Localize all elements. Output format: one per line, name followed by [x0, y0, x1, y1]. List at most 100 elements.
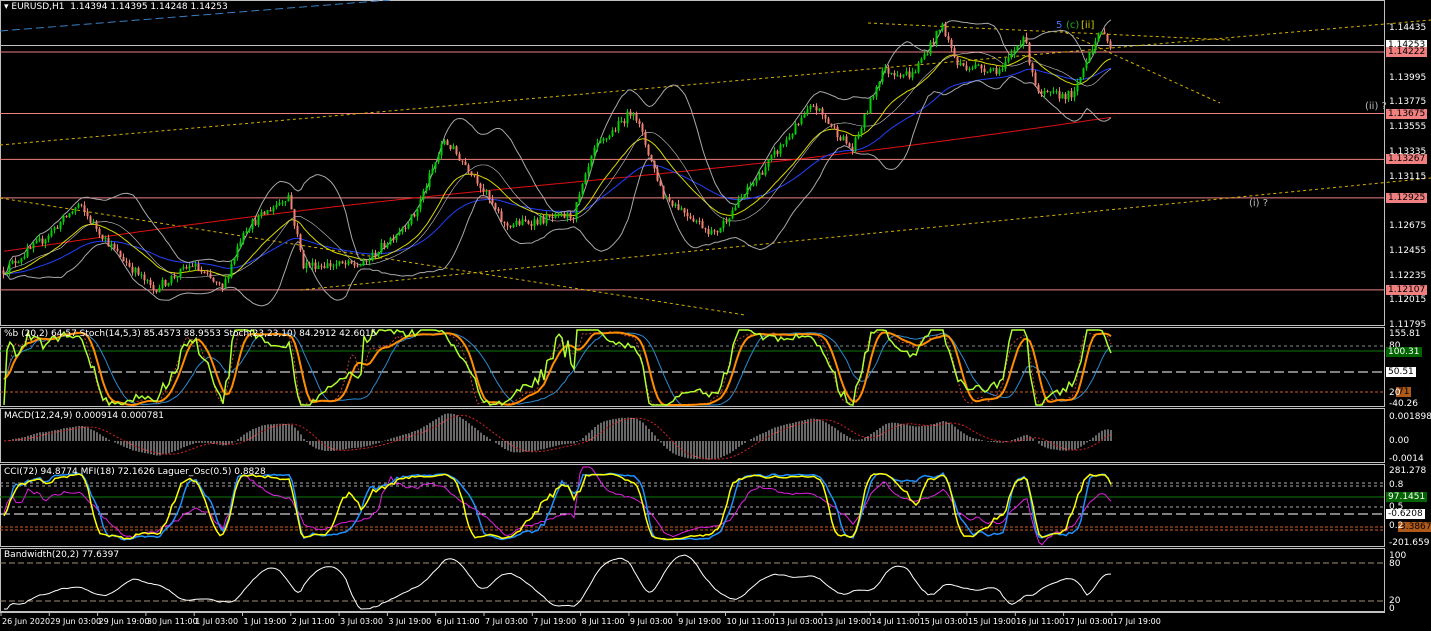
candle — [128, 259, 131, 268]
bw-axis-min: 0 — [1389, 604, 1395, 614]
candle — [476, 171, 479, 187]
candle — [332, 263, 335, 270]
candle — [638, 118, 641, 128]
candle — [719, 227, 722, 234]
macd-pane-frame — [0, 408, 1385, 463]
candle — [1013, 46, 1016, 59]
candle — [1106, 33, 1109, 44]
candle — [674, 202, 677, 209]
candle — [257, 213, 260, 228]
candle — [875, 85, 878, 100]
candle — [1085, 58, 1088, 71]
level-price-tag: 1.13675 — [1386, 108, 1428, 119]
candle — [1010, 49, 1013, 60]
candle — [188, 263, 191, 273]
candle — [749, 181, 752, 191]
candle — [176, 275, 179, 283]
candle — [386, 241, 389, 249]
candle — [926, 52, 929, 56]
candle — [470, 171, 473, 177]
candle — [962, 62, 965, 67]
time-tick-label: 7 Jul 19:00 — [533, 617, 577, 626]
price-tick: 1.12675 — [1389, 221, 1427, 231]
chart-canvas[interactable] — [0, 0, 1431, 631]
price-tick: 1.12235 — [1389, 270, 1427, 281]
candle — [245, 227, 248, 234]
candle — [677, 199, 680, 211]
time-tick-label: 29 Jun 03:00 — [50, 617, 102, 626]
stoch-axis-max: 155.81 — [1389, 329, 1421, 339]
time-tick-label: 26 Jun 2020 — [2, 617, 51, 626]
candle — [842, 134, 845, 141]
candle — [65, 215, 68, 218]
candle — [461, 160, 464, 165]
time-tick-label: 8 Jul 11:00 — [581, 617, 625, 626]
bw-pane-frame — [0, 548, 1385, 612]
candle — [497, 207, 500, 214]
candle — [335, 260, 338, 270]
candle — [902, 74, 905, 79]
cci-axis-max: 281.278 — [1389, 466, 1427, 476]
time-tick-label: 13 Jul 19:00 — [823, 617, 872, 626]
trendline-lower[interactable] — [299, 177, 1431, 291]
time-tick-label: 17 Jul 19:00 — [1112, 617, 1161, 626]
candle — [764, 163, 767, 177]
candle — [425, 183, 428, 194]
price-tick: 1.13115 — [1389, 171, 1427, 182]
candle — [152, 281, 155, 294]
candle — [614, 127, 617, 133]
candle — [347, 259, 350, 266]
candle — [380, 239, 383, 255]
candle — [302, 249, 305, 270]
candle — [629, 108, 632, 119]
candle — [431, 164, 434, 176]
candle — [323, 262, 326, 269]
time-tick-label: 9 Jul 19:00 — [678, 617, 722, 626]
candle — [392, 234, 395, 243]
candle — [866, 110, 869, 116]
macd-signal-line — [3, 414, 1112, 460]
time-tick-label: 6 Jul 11:00 — [436, 617, 480, 626]
candle — [800, 114, 803, 126]
candle — [122, 253, 125, 262]
candle — [212, 276, 215, 283]
cci-axis-02: 0.2 — [1389, 521, 1404, 531]
cci-axis-min: -201.659 — [1389, 538, 1430, 548]
ma20-line — [3, 54, 1112, 277]
bw-pane-title: Bandwidth(20,2) 77.6397 — [4, 550, 120, 560]
candle — [395, 233, 398, 243]
candle — [416, 207, 419, 221]
candle — [329, 259, 332, 271]
candle — [782, 144, 785, 148]
candle — [767, 158, 770, 171]
candle — [305, 259, 308, 273]
candle — [752, 182, 755, 187]
candle — [755, 176, 758, 187]
candle — [14, 257, 17, 268]
candle — [326, 259, 329, 269]
candle — [563, 211, 566, 219]
candle — [947, 32, 950, 43]
candle — [371, 249, 374, 262]
candle — [59, 221, 62, 232]
candle — [1064, 92, 1067, 104]
candle — [284, 201, 287, 207]
trendlines — [0, 0, 1431, 316]
candle — [209, 269, 212, 279]
trendline-upper[interactable] — [0, 19, 1431, 146]
candle — [446, 138, 449, 146]
candle — [878, 81, 881, 91]
candle — [269, 206, 272, 212]
candle — [428, 169, 431, 191]
candle — [77, 202, 80, 209]
stoch-pane-frame — [0, 327, 1385, 407]
candle — [692, 215, 695, 223]
candle — [890, 72, 893, 75]
candle — [149, 277, 152, 289]
candle — [512, 223, 515, 229]
pb-value-tag: 100.31 — [1386, 347, 1422, 357]
candle — [683, 207, 686, 217]
candle — [899, 72, 902, 79]
candle — [1097, 32, 1100, 43]
candle — [11, 259, 14, 265]
